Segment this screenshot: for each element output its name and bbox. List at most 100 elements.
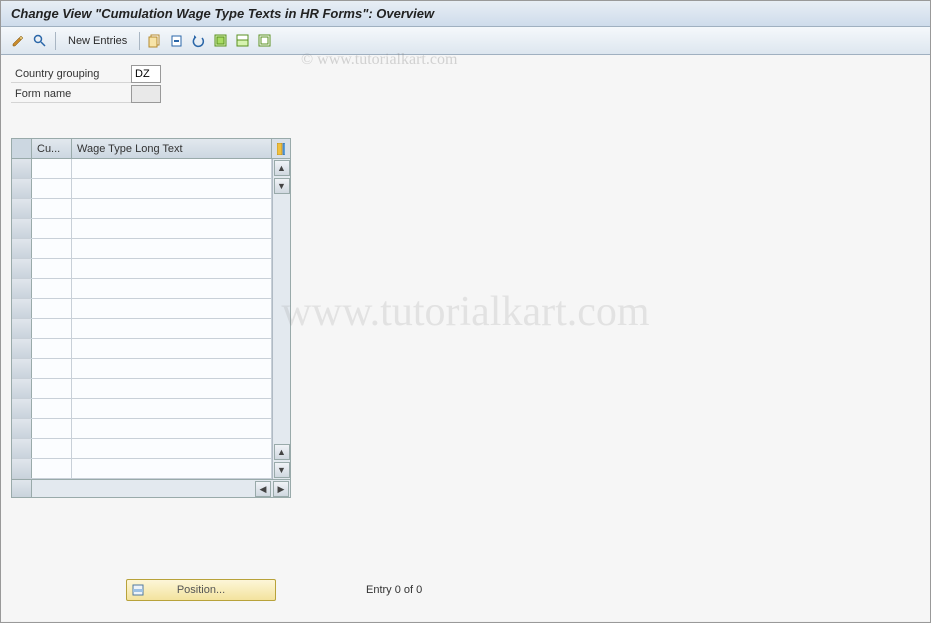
other-view-icon[interactable] — [31, 32, 49, 50]
country-grouping-input[interactable] — [131, 65, 161, 83]
toolbar-separator — [139, 32, 140, 50]
cell-cumulation[interactable] — [32, 259, 72, 278]
vertical-scrollbar[interactable]: ▲ ▼ ▲ ▼ — [272, 159, 290, 479]
select-all-icon[interactable] — [212, 32, 230, 50]
table-row[interactable] — [12, 319, 272, 339]
table-row[interactable] — [12, 259, 272, 279]
cell-wagetype[interactable] — [72, 319, 272, 338]
table-row[interactable] — [12, 399, 272, 419]
scroll-right-icon[interactable]: ▶ — [273, 481, 289, 497]
cell-cumulation[interactable] — [32, 419, 72, 438]
row-selector[interactable] — [12, 379, 32, 398]
cell-wagetype[interactable] — [72, 279, 272, 298]
row-selector[interactable] — [12, 319, 32, 338]
table-row[interactable] — [12, 179, 272, 199]
copy-as-icon[interactable] — [146, 32, 164, 50]
row-selector[interactable] — [12, 179, 32, 198]
cell-wagetype[interactable] — [72, 219, 272, 238]
position-button[interactable]: Position... — [126, 579, 276, 601]
cell-cumulation[interactable] — [32, 239, 72, 258]
cell-cumulation[interactable] — [32, 319, 72, 338]
horizontal-scrollbar[interactable]: ◀ ▶ — [12, 479, 290, 497]
table-select-all-header[interactable] — [12, 139, 32, 158]
form-name-input[interactable] — [131, 85, 161, 103]
cell-wagetype[interactable] — [72, 399, 272, 418]
row-selector[interactable] — [12, 279, 32, 298]
cell-cumulation[interactable] — [32, 439, 72, 458]
scroll-up-step-icon[interactable]: ▲ — [274, 444, 290, 460]
page-title: Change View "Cumulation Wage Type Texts … — [1, 1, 930, 27]
scroll-track[interactable] — [273, 195, 290, 443]
row-selector[interactable] — [12, 219, 32, 238]
country-grouping-label: Country grouping — [11, 66, 131, 83]
row-selector[interactable] — [12, 259, 32, 278]
cell-wagetype[interactable] — [72, 459, 272, 478]
entry-counter: Entry 0 of 0 — [366, 584, 422, 596]
row-selector[interactable] — [12, 419, 32, 438]
row-selector[interactable] — [12, 459, 32, 478]
cell-wagetype[interactable] — [72, 239, 272, 258]
cell-wagetype[interactable] — [72, 439, 272, 458]
form-name-label: Form name — [11, 86, 131, 103]
application-toolbar: New Entries — [1, 27, 930, 55]
cell-cumulation[interactable] — [32, 459, 72, 478]
scroll-left-icon[interactable]: ◀ — [255, 481, 271, 497]
cell-wagetype[interactable] — [72, 359, 272, 378]
table-row[interactable] — [12, 219, 272, 239]
cell-wagetype[interactable] — [72, 299, 272, 318]
table-col-wagetype[interactable]: Wage Type Long Text — [72, 139, 272, 158]
footer-row: Position... Entry 0 of 0 — [11, 579, 422, 601]
delete-icon[interactable] — [168, 32, 186, 50]
table-row[interactable] — [12, 339, 272, 359]
cell-wagetype[interactable] — [72, 179, 272, 198]
undo-icon[interactable] — [190, 32, 208, 50]
cell-wagetype[interactable] — [72, 339, 272, 358]
cell-cumulation[interactable] — [32, 379, 72, 398]
table-row[interactable] — [12, 419, 272, 439]
new-entries-button[interactable]: New Entries — [62, 35, 133, 47]
form-name-row: Form name — [11, 85, 920, 103]
cell-cumulation[interactable] — [32, 179, 72, 198]
cell-cumulation[interactable] — [32, 159, 72, 178]
row-selector[interactable] — [12, 339, 32, 358]
table-row[interactable] — [12, 379, 272, 399]
row-selector[interactable] — [12, 359, 32, 378]
table-row[interactable] — [12, 439, 272, 459]
table-row[interactable] — [12, 199, 272, 219]
cell-cumulation[interactable] — [32, 339, 72, 358]
row-selector[interactable] — [12, 399, 32, 418]
cell-cumulation[interactable] — [32, 199, 72, 218]
content-area: Country grouping Form name Cu... Wage Ty… — [1, 55, 930, 621]
table-row[interactable] — [12, 239, 272, 259]
scroll-up-icon[interactable]: ▲ — [274, 160, 290, 176]
table-row[interactable] — [12, 159, 272, 179]
cell-cumulation[interactable] — [32, 399, 72, 418]
cell-cumulation[interactable] — [32, 219, 72, 238]
cell-cumulation[interactable] — [32, 299, 72, 318]
row-selector[interactable] — [12, 299, 32, 318]
deselect-all-icon[interactable] — [256, 32, 274, 50]
cell-wagetype[interactable] — [72, 259, 272, 278]
cell-wagetype[interactable] — [72, 199, 272, 218]
table-row[interactable] — [12, 359, 272, 379]
table-row[interactable] — [12, 459, 272, 479]
cell-wagetype[interactable] — [72, 159, 272, 178]
select-block-icon[interactable] — [234, 32, 252, 50]
cell-wagetype[interactable] — [72, 379, 272, 398]
table-col-cumulation[interactable]: Cu... — [32, 139, 72, 158]
cell-cumulation[interactable] — [32, 279, 72, 298]
row-selector[interactable] — [12, 199, 32, 218]
toggle-change-icon[interactable] — [9, 32, 27, 50]
cell-wagetype[interactable] — [72, 419, 272, 438]
scroll-down-icon[interactable]: ▼ — [274, 462, 290, 478]
table-header: Cu... Wage Type Long Text — [12, 139, 290, 159]
table-row[interactable] — [12, 299, 272, 319]
table-row[interactable] — [12, 279, 272, 299]
cell-cumulation[interactable] — [32, 359, 72, 378]
row-selector[interactable] — [12, 239, 32, 258]
hscroll-track[interactable]: ◀ ▶ — [32, 480, 290, 497]
row-selector[interactable] — [12, 159, 32, 178]
row-selector[interactable] — [12, 439, 32, 458]
scroll-down-step-icon[interactable]: ▼ — [274, 178, 290, 194]
table-config-icon[interactable] — [272, 139, 290, 158]
